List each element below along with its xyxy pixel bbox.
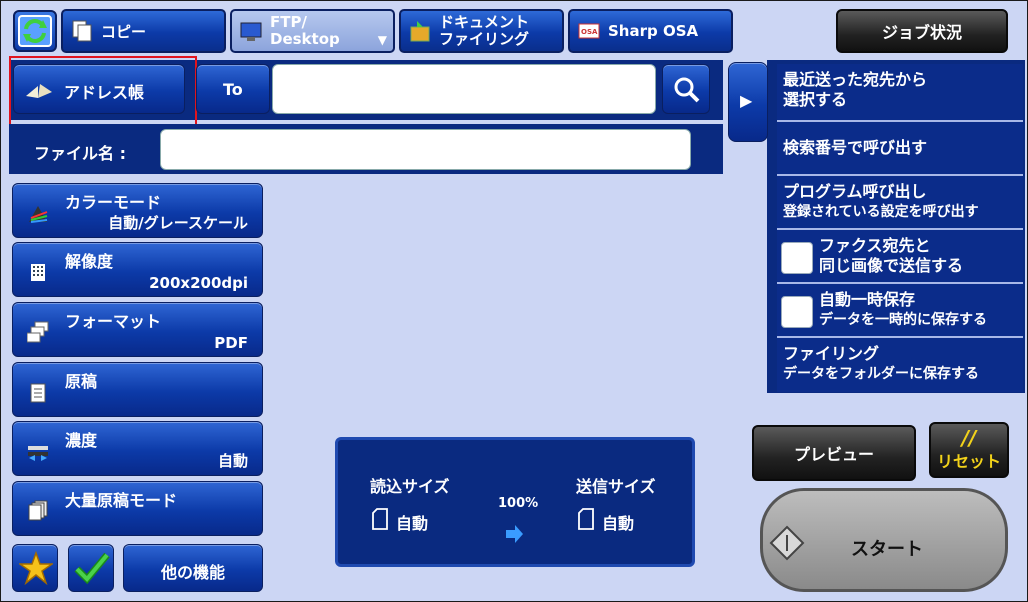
file-name-label: ファイル名 : [34,144,126,163]
density-value: 自動 [217,452,248,470]
play-arrow-icon: ▶ [740,91,753,110]
highlight-box [9,56,197,127]
to-input[interactable] [272,64,656,114]
format-title: フォーマット [65,312,162,331]
side-recent-destinations[interactable]: 最近送った宛先から 選択する [777,64,1023,120]
scan-size-info: 読込サイズ 自動 100% 送信サイズ 自動 [335,437,695,567]
search-icon [674,77,700,103]
auto-temp-save-checkbox[interactable] [781,296,813,328]
original-title: 原稿 [65,372,98,391]
start-button[interactable]: スタート [760,488,1008,592]
search-button[interactable] [662,64,710,114]
resolution-title: 解像度 [65,252,114,271]
job-status-button[interactable]: ジョブ状況 [836,9,1008,53]
reset-button[interactable]: // リセット [929,422,1009,478]
page-icon-send [578,508,594,530]
start-label: スタート [851,539,923,560]
large-original-title: 大量原稿モード [65,491,178,510]
file-name-input[interactable] [160,129,691,170]
ratio-label: 100% [498,496,539,511]
tab-ftp-desktop[interactable]: FTP/ Desktop ▼ [230,9,395,53]
tab-ftp-label-1: FTP/ [270,13,307,31]
document-icon [30,383,46,403]
tab-copy-label: コピー [101,22,147,41]
original-button[interactable]: 原稿 [12,362,263,417]
density-button[interactable]: 濃度 自動 [12,421,263,476]
fax-same-image-checkbox[interactable] [781,242,813,274]
side-auto-temp-save[interactable]: 自動一時保存 データを一時的に保存する [777,282,1023,336]
osa-icon: OSA [578,23,600,39]
checkmark-icon [74,552,110,585]
folder-icon [410,21,430,42]
preview-button[interactable]: プレビュー [752,425,916,481]
to-label: To [223,80,243,99]
favorite-button[interactable] [12,544,58,592]
color-mode-title: カラーモード [65,193,162,212]
mode-switch-button[interactable] [13,10,57,52]
refresh-arrows-icon [18,15,52,47]
job-status-label: ジョブ状況 [881,23,962,42]
monitor-icon [240,22,262,41]
large-original-mode-button[interactable]: 大量原稿モード [12,481,263,536]
star-icon [19,551,53,585]
send-size-value: 自動 [602,514,635,533]
tab-document-filing[interactable]: ドキュメント ファイリング [399,9,564,53]
svg-text:OSA: OSA [581,28,598,36]
tab-sharp-osa[interactable]: OSA Sharp OSA [568,9,733,53]
resolution-value: 200x200dpi [149,274,248,292]
format-button[interactable]: フォーマット PDF [12,302,263,357]
confirm-button[interactable] [68,544,114,592]
side-filing[interactable]: ファイリング データをフォルダーに保存する [777,336,1023,392]
reset-slash-icon: // [961,426,977,450]
document-stack-icon [28,500,48,521]
resolution-grid-icon [31,264,45,281]
color-mode-button[interactable]: カラーモード 自動/グレースケール [12,183,263,238]
other-functions-button[interactable]: 他の機能 [123,544,263,592]
send-size-label: 送信サイズ [576,477,656,496]
tab-doc-label-2: ファイリング [439,30,530,48]
other-functions-label: 他の機能 [160,563,225,582]
file-format-icon [27,321,49,343]
format-value: PDF [214,334,248,352]
side-search-number[interactable]: 検索番号で呼び出す [777,120,1023,174]
color-mode-value: 自動/グレースケール [108,214,248,232]
side-program-recall[interactable]: プログラム呼び出し 登録されている設定を呼び出す [777,174,1023,228]
reset-label: リセット [936,452,1001,471]
density-icon [28,446,48,461]
color-prism-icon [29,206,48,223]
to-button[interactable]: To [196,64,270,114]
side-panel-toggle[interactable]: ▶ [728,62,768,142]
dropdown-triangle-icon: ▼ [377,33,387,47]
tab-ftp-label-2: Desktop [270,30,340,48]
density-title: 濃度 [65,431,98,450]
copy-icon [72,20,92,42]
tab-copy[interactable]: コピー [61,9,226,53]
tab-osa-label: Sharp OSA [608,22,699,40]
start-diamond-icon [769,525,805,561]
resolution-button[interactable]: 解像度 200x200dpi [12,242,263,297]
scan-size-label: 読込サイズ [370,477,450,496]
scan-size-value: 自動 [396,514,429,533]
page-icon [372,508,388,530]
preview-label: プレビュー [793,445,874,464]
right-arrow-icon [506,525,523,543]
side-fax-same-image[interactable]: ファクス宛先と 同じ画像で送信する [777,228,1023,282]
tab-doc-label-1: ドキュメント [439,13,530,31]
